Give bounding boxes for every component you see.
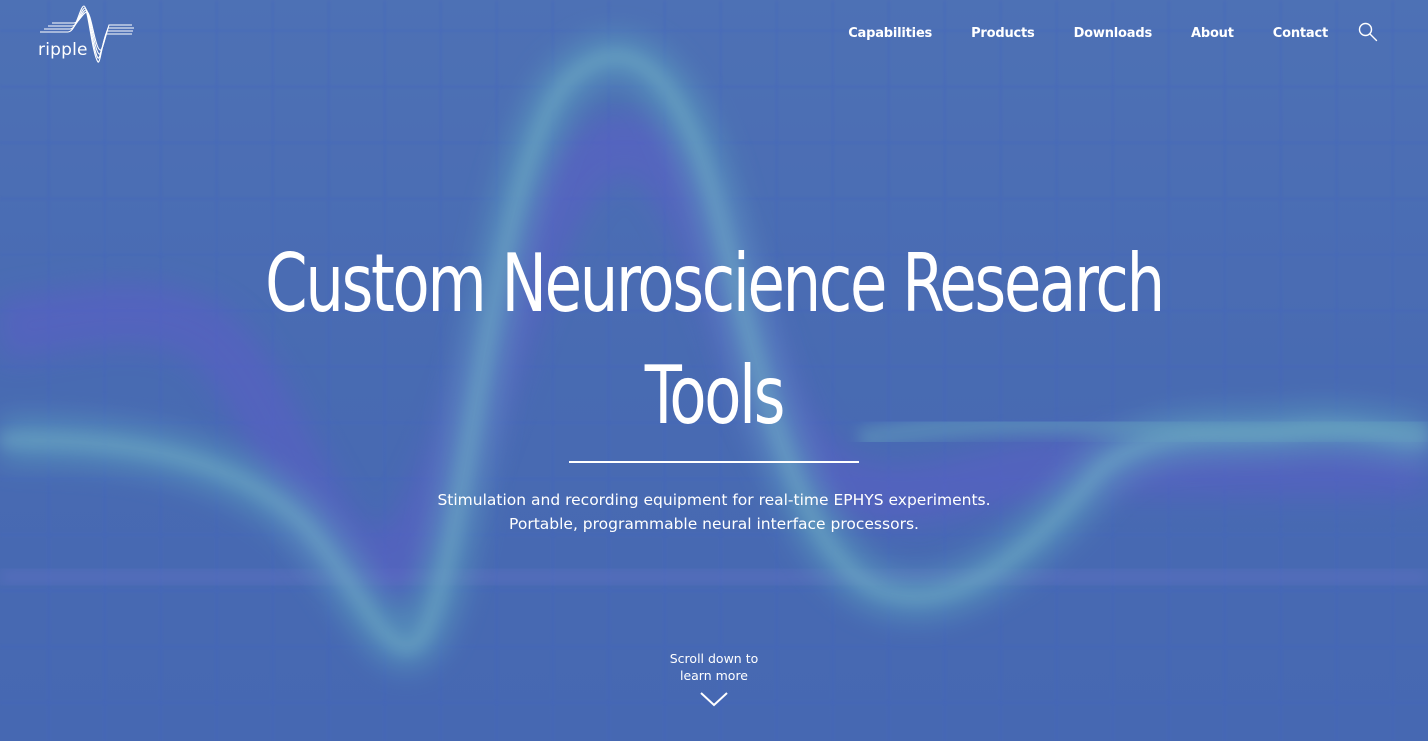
hero-section: ripple Capabilities Products Downloads A… bbox=[0, 0, 1428, 741]
logo-text: ripple bbox=[38, 40, 88, 60]
scroll-prompt-line-1: Scroll down to bbox=[669, 651, 759, 666]
nav-contact[interactable]: Contact bbox=[1273, 25, 1328, 43]
hero-subtitle: Stimulation and recording equipment for … bbox=[0, 488, 1428, 536]
page-title-line-2: Tools bbox=[644, 349, 786, 442]
scroll-prompt[interactable]: Scroll down to learn more bbox=[0, 650, 1428, 684]
nav-about[interactable]: About bbox=[1191, 25, 1234, 43]
page-title: Custom Neuroscience Research Tools bbox=[171, 228, 1256, 452]
nav-products[interactable]: Products bbox=[971, 25, 1035, 43]
nav-capabilities[interactable]: Capabilities bbox=[848, 25, 932, 43]
main-nav: Capabilities Products Downloads About Co… bbox=[809, 22, 1378, 44]
search-icon[interactable] bbox=[1358, 22, 1378, 42]
hero-subtitle-line-2: Portable, programmable neural interface … bbox=[509, 515, 919, 533]
hero-subtitle-line-1: Stimulation and recording equipment for … bbox=[437, 491, 991, 509]
nav-downloads[interactable]: Downloads bbox=[1074, 25, 1153, 43]
scroll-prompt-line-2: learn more bbox=[679, 668, 749, 683]
chevron-down-icon[interactable] bbox=[699, 690, 729, 708]
page-title-line-1: Custom Neuroscience Research bbox=[265, 237, 1165, 330]
ripple-logo[interactable]: ripple bbox=[36, 4, 136, 66]
title-divider bbox=[569, 461, 859, 463]
